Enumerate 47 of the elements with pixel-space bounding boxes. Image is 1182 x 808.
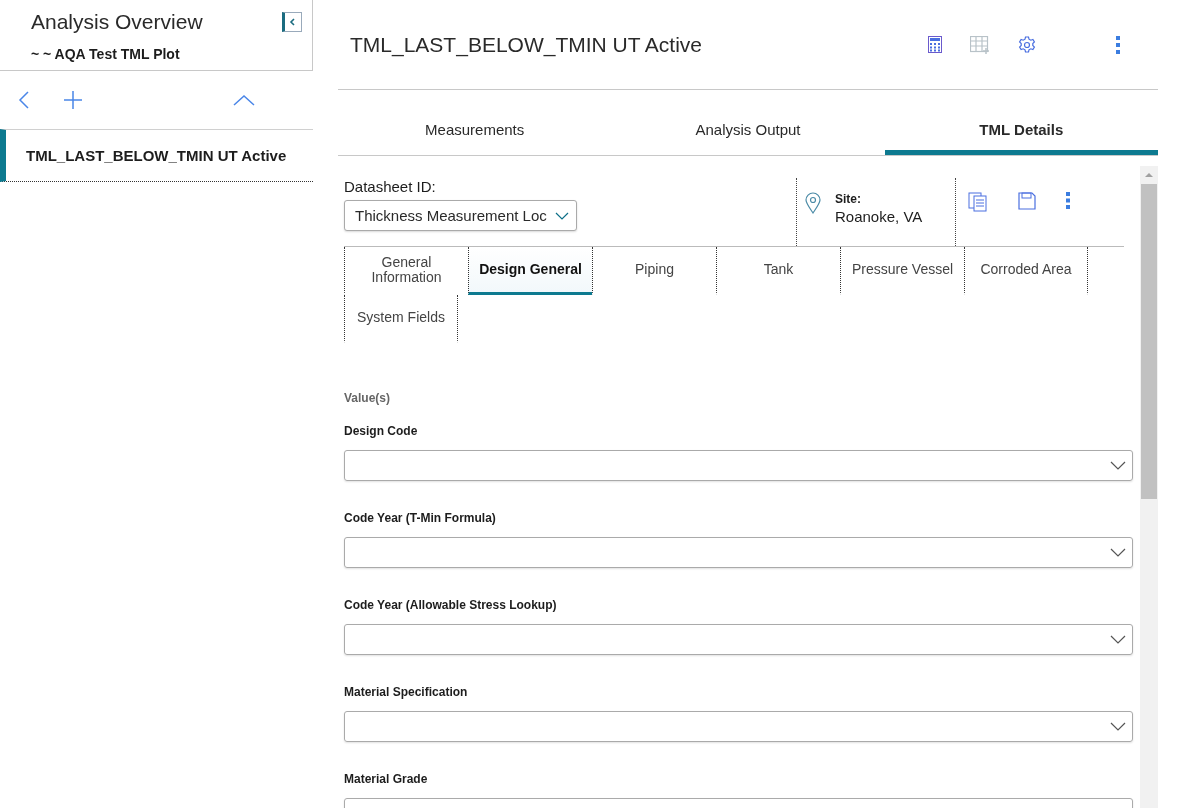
datasheet-dropdown[interactable]: Thickness Measurement Loc xyxy=(344,200,577,231)
scrollbar[interactable] xyxy=(1140,166,1158,808)
section-tab[interactable]: Design General xyxy=(468,247,592,295)
panel-title: Analysis Overview xyxy=(31,10,203,34)
chevron-down-icon xyxy=(555,211,569,220)
site-value: Roanoke, VA xyxy=(835,208,923,225)
section-label: Value(s) xyxy=(344,391,392,405)
chevron-down-icon xyxy=(1110,548,1126,557)
dropdown-field[interactable] xyxy=(344,450,1133,481)
chevron-down-icon xyxy=(1110,461,1126,470)
panel-subtitle: ~ ~ AQA Test TML Plot xyxy=(31,46,181,62)
collapse-up-icon[interactable] xyxy=(233,94,255,106)
back-icon[interactable] xyxy=(18,90,30,110)
field-label: Code Year (T-Min Formula) xyxy=(344,511,497,525)
copy-document-icon[interactable] xyxy=(968,192,988,212)
add-icon[interactable] xyxy=(64,91,82,109)
section-tab[interactable]: Pressure Vessel xyxy=(840,247,964,295)
chevron-down-icon xyxy=(1110,635,1126,644)
tab[interactable]: TML Details xyxy=(884,104,1158,155)
record-title: TML_LAST_BELOW_TMIN UT Active xyxy=(350,32,703,57)
dropdown-field[interactable] xyxy=(344,624,1133,655)
tab[interactable]: Analysis Output xyxy=(611,104,885,155)
chevron-down-icon xyxy=(1110,722,1126,731)
location-pin-icon xyxy=(805,192,821,214)
section-tab[interactable]: Corroded Area xyxy=(964,247,1088,295)
more-options-icon[interactable] xyxy=(1066,192,1070,209)
site-label: Site: xyxy=(835,192,862,206)
tab[interactable]: Measurements xyxy=(338,104,612,155)
sidebar-item[interactable]: TML_LAST_BELOW_TMIN UT Active xyxy=(0,129,313,182)
dropdown-field[interactable] xyxy=(344,537,1133,568)
collapse-panel-button[interactable] xyxy=(282,12,302,32)
field-label: Material Specification xyxy=(344,685,469,699)
section-tab[interactable]: Piping xyxy=(592,247,716,295)
scroll-up-icon[interactable] xyxy=(1145,172,1153,178)
field-label: Code Year (Allowable Stress Lookup) xyxy=(344,598,558,612)
save-icon[interactable] xyxy=(1018,192,1036,210)
more-options-icon[interactable] xyxy=(1116,35,1120,54)
settings-icon[interactable] xyxy=(1018,35,1036,54)
calculator-icon[interactable] xyxy=(928,36,942,53)
table-add-icon[interactable] xyxy=(970,35,990,54)
section-tab[interactable]: Tank xyxy=(716,247,840,295)
field-label: Material Grade xyxy=(344,772,429,786)
datasheet-label: Datasheet ID: xyxy=(344,178,437,195)
field-label: Design Code xyxy=(344,424,419,438)
dropdown-field[interactable] xyxy=(344,711,1133,742)
section-tab[interactable]: System Fields xyxy=(344,295,458,343)
chevron-left-icon xyxy=(289,18,297,26)
